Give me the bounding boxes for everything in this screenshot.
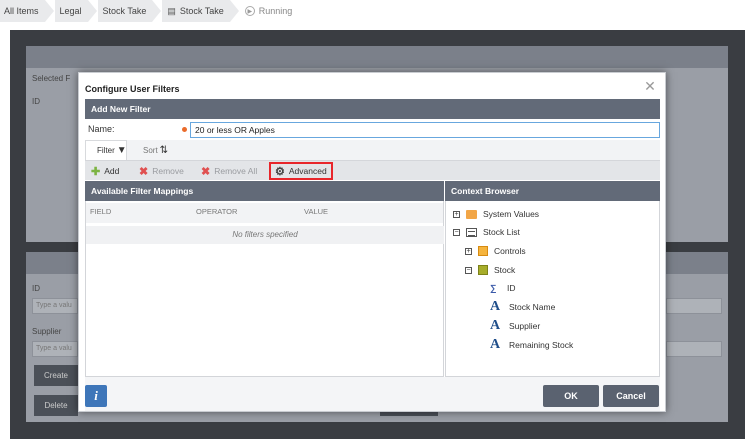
tree-item-controls[interactable]: + Controls [465, 244, 526, 258]
background-create-button: Create [34, 365, 78, 386]
background-right-input [666, 298, 722, 314]
advanced-button[interactable]: ⚙ Advanced [269, 162, 333, 180]
tree-item-field-supplier[interactable]: A Supplier [490, 319, 540, 333]
name-label: Name: [88, 124, 115, 134]
cancel-button[interactable]: Cancel [603, 385, 659, 407]
background-id-label: ID [32, 284, 40, 293]
folder-icon [466, 209, 477, 219]
remove-all-label: Remove All [214, 166, 258, 176]
tree-item-label: Stock List [483, 227, 520, 237]
no-filters-message: No filters specified [86, 226, 444, 244]
tree-item-field-remaining-stock[interactable]: A Remaining Stock [490, 338, 573, 352]
tree-item-label: Controls [494, 246, 526, 256]
filter-mappings-header: Available Filter Mappings [85, 181, 444, 201]
gear-icon: ⚙ [275, 165, 285, 178]
breadcrumb-label: All Items [4, 6, 39, 16]
background-delete-button: Delete [34, 395, 78, 416]
breadcrumb-label: Stock Take [179, 6, 224, 16]
context-browser-header: Context Browser [445, 181, 660, 201]
controls-icon [478, 246, 488, 256]
filter-sort-tabs: Filter ▼ Sort ⇅ [85, 140, 660, 160]
tree-item-label: Remaining Stock [509, 340, 574, 350]
expand-icon[interactable]: + [465, 247, 472, 255]
filter-toolbar: ✚ Add ✖ Remove ✖ Remove All ⚙ Advanced [85, 160, 660, 180]
breadcrumb-legal[interactable]: Legal [54, 0, 97, 22]
breadcrumb: All Items Legal Stock Take ▤ Stock Take ▶… [0, 0, 750, 22]
expand-icon[interactable]: + [453, 210, 460, 218]
context-browser-panel: Context Browser + System Values − Stock … [445, 181, 660, 377]
breadcrumb-running: ▶ Running [240, 0, 299, 22]
dialog-title: Configure User Filters [85, 84, 180, 94]
tab-label: Filter [97, 146, 115, 155]
x-icon: ✖ [201, 165, 211, 178]
background-id-column: ID [32, 97, 40, 106]
tree-item-field-stock-name[interactable]: A Stock Name [490, 300, 555, 314]
background-selected-label: Selected F [32, 74, 71, 83]
tree-item-stock[interactable]: − Stock [465, 263, 515, 277]
plus-icon: ✚ [91, 165, 101, 178]
funnel-icon: ▼ [116, 145, 127, 156]
filter-name-input[interactable] [190, 122, 660, 138]
breadcrumb-stock-take-category[interactable]: Stock Take [97, 0, 162, 22]
filter-mappings-panel: Available Filter Mappings FIELD OPERATOR… [85, 181, 444, 377]
breadcrumb-label: Running [258, 6, 293, 16]
tree-item-system-values[interactable]: + System Values [453, 207, 539, 221]
ok-button[interactable]: OK [543, 385, 599, 407]
close-icon[interactable]: ✕ [643, 79, 657, 93]
background-supplier-input: Type a valu [32, 341, 78, 357]
tree-item-label: ID [507, 283, 516, 293]
x-icon: ✖ [139, 165, 149, 178]
add-label: Add [104, 166, 120, 176]
tree-item-label: Stock [494, 265, 516, 275]
background-right-input [666, 341, 722, 357]
text-field-icon: A [490, 299, 501, 314]
tab-sort[interactable]: Sort ⇅ [143, 140, 183, 160]
add-button[interactable]: ✚ Add [91, 161, 119, 181]
tree-item-label: Supplier [509, 321, 541, 331]
column-operator: OPERATOR [196, 207, 238, 216]
remove-label: Remove [152, 166, 184, 176]
breadcrumb-label: Stock Take [102, 6, 147, 16]
background-list-header [26, 46, 728, 68]
name-row: Name: [85, 122, 660, 138]
form-icon: ▤ [167, 5, 176, 16]
add-new-filter-header: Add New Filter [85, 99, 660, 119]
remove-button[interactable]: ✖ Remove [139, 161, 184, 181]
tree-item-label: Stock Name [509, 302, 556, 312]
tab-label: Sort [143, 145, 158, 155]
background-id-input: Type a valu [32, 298, 78, 314]
box-icon [478, 265, 488, 275]
required-indicator-icon [182, 127, 187, 132]
configure-user-filters-dialog: Configure User Filters ✕ Add New Filter … [78, 72, 666, 412]
remove-all-button[interactable]: ✖ Remove All [201, 161, 257, 181]
breadcrumb-all-items[interactable]: All Items [0, 0, 53, 22]
sort-icon: ⇅ [159, 144, 169, 156]
tree-item-field-id[interactable]: ∑ ID [490, 281, 516, 295]
tree-item-label: System Values [483, 209, 540, 219]
breadcrumb-label: Legal [59, 6, 82, 16]
text-field-icon: A [490, 318, 501, 333]
tab-filter[interactable]: Filter ▼ [85, 140, 127, 160]
advanced-label: Advanced [288, 166, 327, 176]
background-supplier-label: Supplier [32, 327, 62, 336]
id-field-icon: ∑ [490, 282, 497, 293]
column-value: VALUE [304, 207, 329, 216]
collapse-icon[interactable]: − [465, 266, 472, 274]
info-button[interactable]: i [85, 385, 107, 407]
mappings-column-header: FIELD OPERATOR VALUE [86, 203, 443, 223]
tree-item-stock-list[interactable]: − Stock List [453, 225, 520, 239]
collapse-icon[interactable]: − [453, 228, 460, 236]
text-field-icon: A [490, 337, 501, 352]
dialog-footer: i OK Cancel [85, 377, 660, 411]
play-icon: ▶ [244, 6, 255, 16]
breadcrumb-stock-take-form[interactable]: ▤ Stock Take [162, 0, 240, 22]
list-icon [466, 227, 477, 237]
column-field: FIELD [90, 207, 112, 216]
